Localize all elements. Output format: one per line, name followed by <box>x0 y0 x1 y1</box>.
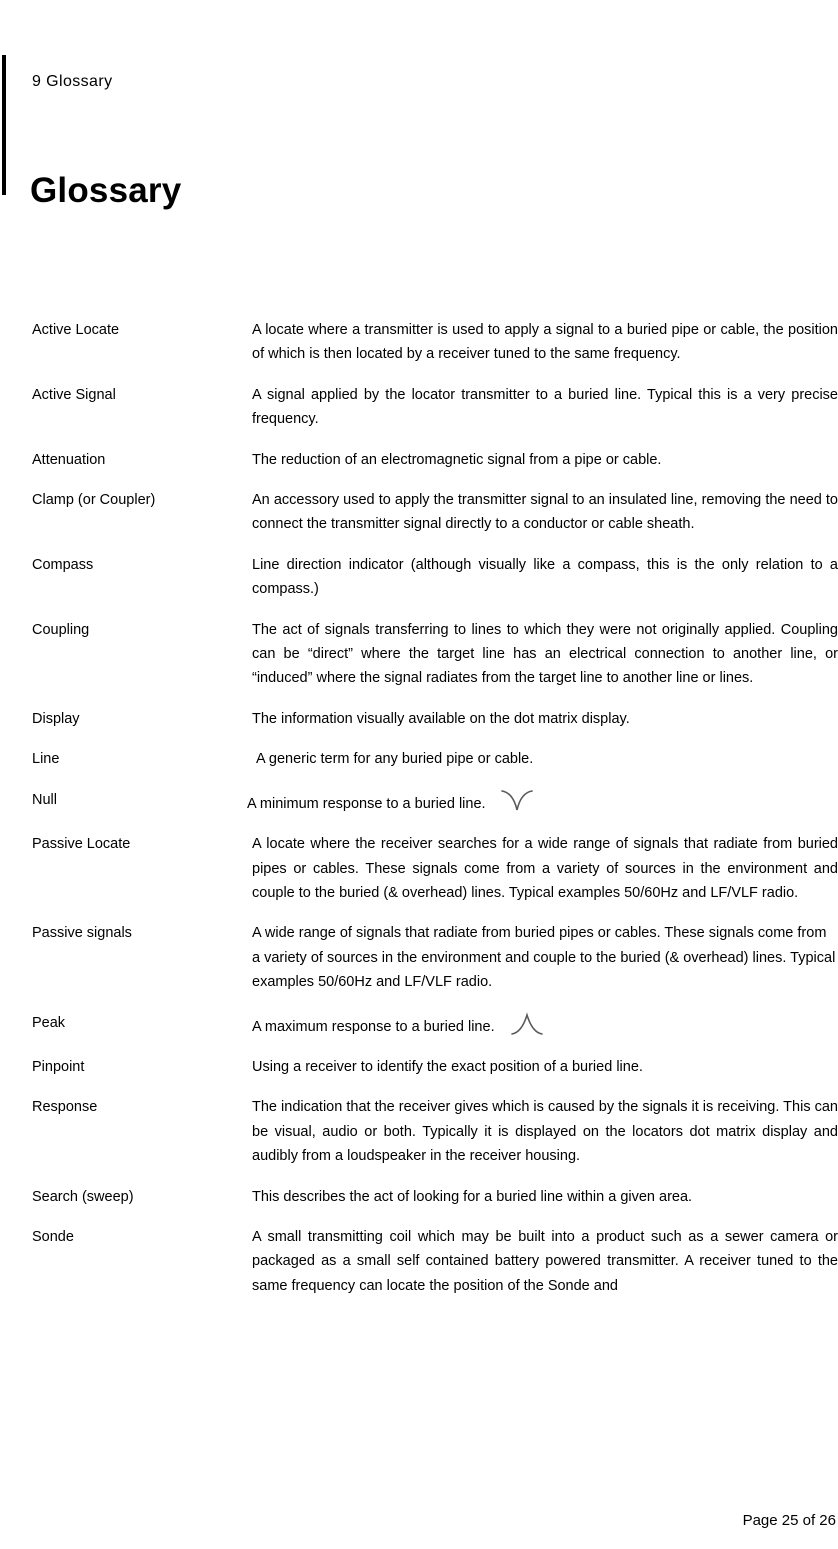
glossary-entry: Clamp (or Coupler) An accessory used to … <box>0 488 838 537</box>
glossary-entry: Passive signals A wide range of signals … <box>0 921 838 994</box>
null-response-curve-icon <box>500 788 534 814</box>
glossary-definition: This describes the act of looking for a … <box>252 1188 693 1205</box>
glossary-term: Peak <box>32 1014 66 1031</box>
header-vertical-rule <box>2 55 6 195</box>
glossary-list: Active Locate A locate where a transmitt… <box>0 318 838 1314</box>
glossary-term: Pinpoint <box>32 1058 85 1075</box>
glossary-term: Passive signals <box>32 925 132 942</box>
glossary-definition-row: A minimum response to a buried line. <box>247 788 838 816</box>
glossary-term: Active Signal <box>32 386 116 403</box>
glossary-entry: Peak A maximum response to a buried line… <box>0 1011 838 1039</box>
glossary-entry: Display The information visually availab… <box>0 707 838 731</box>
peak-response-curve-icon <box>509 1011 545 1037</box>
page-title: Glossary <box>30 171 182 211</box>
glossary-definition: Using a receiver to identify the exact p… <box>252 1058 643 1075</box>
glossary-entry: Sonde A small transmitting coil which ma… <box>0 1225 838 1298</box>
glossary-term: Active Locate <box>32 322 120 338</box>
glossary-term: Display <box>32 710 80 727</box>
glossary-entry: Active Signal A signal applied by the lo… <box>0 383 838 432</box>
glossary-definition: Line direction indicator (although visua… <box>252 556 838 598</box>
page-footer: Page 25 of 26 <box>742 1512 836 1529</box>
glossary-definition: The act of signals transferring to lines… <box>252 621 838 687</box>
glossary-term: Null <box>32 791 57 808</box>
glossary-entry: Coupling The act of signals transferring… <box>0 618 838 691</box>
glossary-definition: A locate where the receiver searches for… <box>252 836 838 901</box>
glossary-term: Search (sweep) <box>32 1188 134 1205</box>
glossary-term: Coupling <box>32 621 90 638</box>
glossary-entry: Response The indication that the receive… <box>0 1095 838 1168</box>
glossary-definition: An accessory used to apply the transmitt… <box>252 492 838 533</box>
glossary-definition: A maximum response to a buried line. <box>252 1018 495 1035</box>
glossary-definition: The indication that the receiver gives w… <box>252 1099 838 1165</box>
glossary-term: Clamp (or Coupler) <box>32 492 156 509</box>
running-head: 9 Glossary <box>32 73 113 90</box>
glossary-entry: Attenuation The reduction of an electrom… <box>0 448 838 472</box>
glossary-term: Passive Locate <box>32 836 131 853</box>
glossary-entry: Compass Line direction indicator (althou… <box>0 553 838 602</box>
glossary-entry: Pinpoint Using a receiver to identify th… <box>0 1055 838 1079</box>
glossary-definition: A small transmitting coil which may be b… <box>252 1228 838 1294</box>
glossary-term: Attenuation <box>32 451 106 468</box>
glossary-term: Response <box>32 1099 98 1116</box>
glossary-term: Sonde <box>32 1228 74 1245</box>
glossary-definition: A signal applied by the locator transmit… <box>252 386 838 428</box>
glossary-entry: Active Locate A locate where a transmitt… <box>0 318 838 367</box>
glossary-definition-row: A maximum response to a buried line. <box>252 1011 838 1039</box>
glossary-definition: A locate where a transmitter is used to … <box>252 322 838 363</box>
glossary-entry: Line A generic term for any buried pipe … <box>0 747 838 771</box>
glossary-term: Line <box>32 751 60 768</box>
glossary-definition: A wide range of signals that radiate fro… <box>252 925 836 991</box>
glossary-definition: A generic term for any buried pipe or ca… <box>256 751 534 768</box>
glossary-term: Compass <box>32 556 94 573</box>
glossary-definition: The information visually available on th… <box>252 710 630 727</box>
glossary-entry: Passive Locate A locate where the receiv… <box>0 832 838 905</box>
glossary-entry: Search (sweep) This describes the act of… <box>0 1185 838 1209</box>
glossary-entry: Null A minimum response to a buried line… <box>0 788 838 816</box>
glossary-definition: A minimum response to a buried line. <box>247 795 486 812</box>
glossary-definition: The reduction of an electromagnetic sign… <box>252 451 662 468</box>
